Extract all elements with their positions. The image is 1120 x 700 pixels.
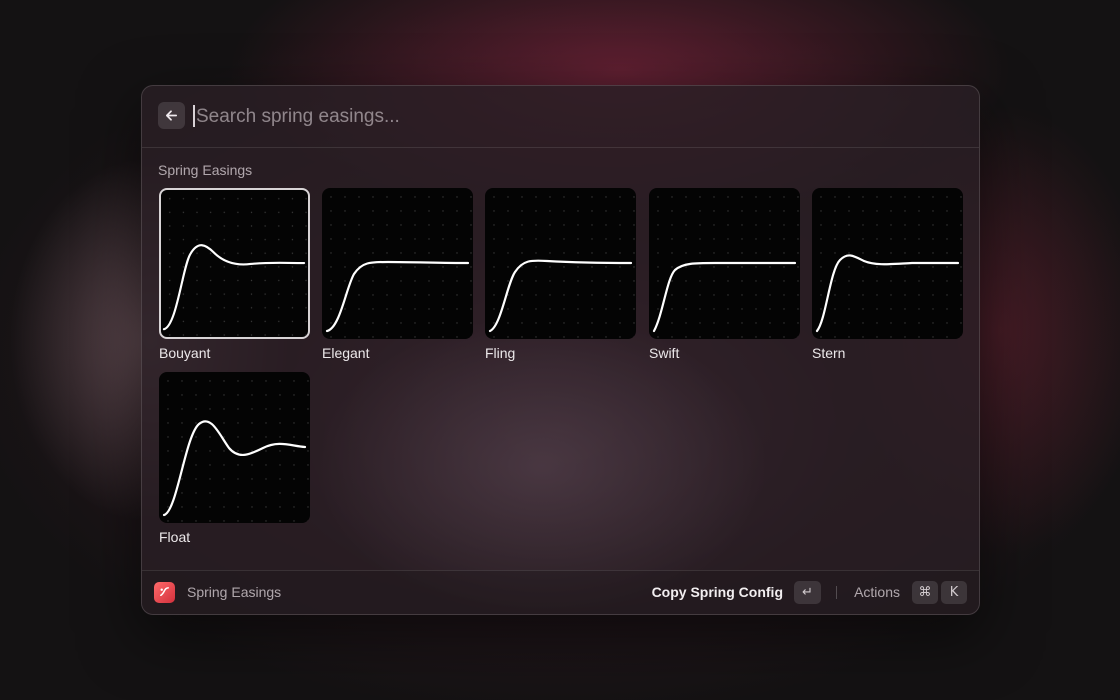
easing-curve-graph [161, 190, 308, 337]
back-button[interactable] [158, 102, 185, 129]
easing-preview [649, 188, 800, 339]
app-name: Spring Easings [187, 584, 282, 600]
spring-easings-app-icon [154, 582, 175, 603]
easing-label: Bouyant [159, 345, 211, 361]
arrow-left-icon [165, 110, 178, 121]
easing-label: Fling [485, 345, 516, 361]
easing-preview [159, 188, 310, 339]
search-input[interactable] [194, 100, 798, 134]
actions-button[interactable]: Actions [854, 584, 900, 600]
section-title: Spring Easings [158, 162, 253, 178]
easing-preview [322, 188, 473, 339]
easing-tile-swift[interactable]: Swift [649, 188, 800, 361]
easing-curve-graph [322, 188, 473, 339]
action-bar: Spring Easings Copy Spring Config ↵ Acti… [142, 570, 979, 614]
enter-key-hint: ↵ [794, 581, 821, 604]
easing-curve-graph [649, 188, 800, 339]
k-key-hint: K [941, 581, 967, 604]
easing-label: Elegant [322, 345, 370, 361]
copy-spring-config-action[interactable]: Copy Spring Config [652, 584, 783, 600]
easing-preview [812, 188, 963, 339]
easing-preview [159, 372, 310, 523]
command-palette-window: Spring Easings Bouyant Elegant [141, 85, 980, 615]
footer-divider [836, 586, 837, 599]
easing-label: Stern [812, 345, 846, 361]
easing-tile-elegant[interactable]: Elegant [322, 188, 473, 361]
easing-label: Float [159, 529, 191, 545]
easing-curve-graph [159, 372, 310, 523]
cmd-key-hint: ⌘ [912, 581, 938, 604]
search-bar [142, 86, 979, 148]
easing-tile-float[interactable]: Float [159, 372, 310, 545]
easing-curve-graph [485, 188, 636, 339]
easing-label: Swift [649, 345, 680, 361]
easing-tile-stern[interactable]: Stern [812, 188, 963, 361]
easing-preview [485, 188, 636, 339]
easing-curve-graph [812, 188, 963, 339]
easing-tile-bouyant[interactable]: Bouyant [159, 188, 310, 361]
easing-tile-fling[interactable]: Fling [485, 188, 636, 361]
